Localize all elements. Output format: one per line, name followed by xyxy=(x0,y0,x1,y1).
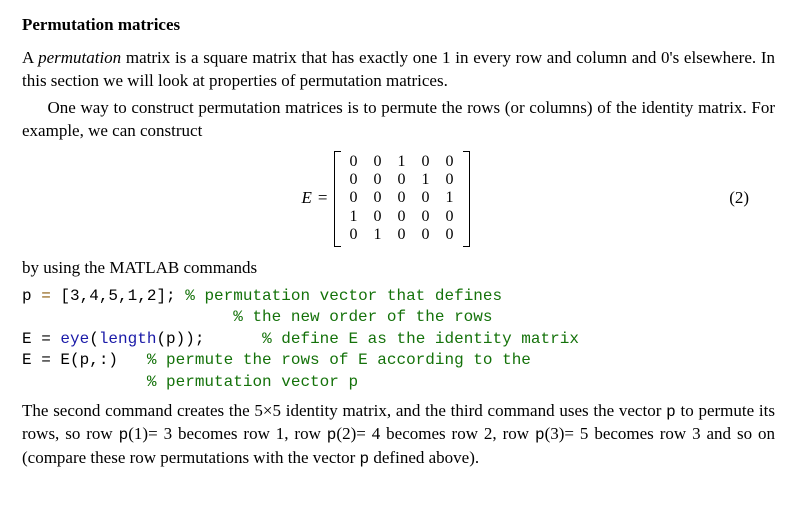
matrix-cell: 0 xyxy=(414,226,438,244)
matrix-cell: 1 xyxy=(366,226,390,244)
matrix-row: 01000 xyxy=(342,226,462,244)
matrix-cell: 0 xyxy=(342,189,366,207)
code-inline-p: p xyxy=(360,450,370,468)
matrix-cell: 0 xyxy=(414,189,438,207)
matrix-row: 00001 xyxy=(342,189,462,207)
matrix-cell: 0 xyxy=(414,153,438,171)
code-keyword: eye xyxy=(60,330,89,348)
code-inline-p: p xyxy=(535,426,545,444)
matrix-cell: 0 xyxy=(366,171,390,189)
matrix-cell: 0 xyxy=(366,208,390,226)
code-comment: % permute the rows of E according to the xyxy=(147,351,531,369)
matrix-cell: 1 xyxy=(438,189,462,207)
paragraph-matlab-intro: by using the MATLAB commands xyxy=(22,257,775,280)
code-text: (p)); xyxy=(156,330,262,348)
code-text: [3,4,5,1,2]; xyxy=(60,287,175,305)
matrix-cell: 0 xyxy=(438,226,462,244)
text: (2)= 4 becomes row 2, row xyxy=(336,424,535,443)
paragraph-explanation: The second command creates the 5×5 ident… xyxy=(22,400,775,471)
code-inline-p: p xyxy=(119,426,129,444)
matrix-row: 00100 xyxy=(342,153,462,171)
matrix-cell: 0 xyxy=(390,208,414,226)
matrix-row: 00010 xyxy=(342,171,462,189)
matrix-cell: 0 xyxy=(438,208,462,226)
equation-2: E = 00100 00010 00001 10000 01000 (2) xyxy=(22,151,775,247)
text: (1)= 3 becomes row 1, row xyxy=(128,424,327,443)
text: A xyxy=(22,48,38,67)
text: matrix is a square matrix that has exact… xyxy=(22,48,775,90)
matrix-E: 00100 00010 00001 10000 01000 xyxy=(334,151,470,247)
code-inline-p: p xyxy=(327,426,337,444)
section-heading: Permutation matrices xyxy=(22,14,775,37)
code-comment: % permutation vector p xyxy=(22,373,358,391)
intro-paragraph-1: A permutation matrix is a square matrix … xyxy=(22,47,775,93)
matrix-cell: 0 xyxy=(438,153,462,171)
matrix-cell: 0 xyxy=(366,189,390,207)
matrix-cell: 0 xyxy=(390,171,414,189)
code-text: E = xyxy=(22,330,60,348)
equation-body: E = 00100 00010 00001 10000 01000 xyxy=(302,151,470,247)
matrix-row: 10000 xyxy=(342,208,462,226)
matrix-cell: 0 xyxy=(438,171,462,189)
matrix-cell: 0 xyxy=(414,208,438,226)
matrix-cell: 0 xyxy=(342,153,366,171)
code-comment: % define E as the identity matrix xyxy=(262,330,579,348)
code-block: p = [3,4,5,1,2]; % permutation vector th… xyxy=(22,286,775,394)
matrix-cell: 0 xyxy=(342,171,366,189)
matrix-cell: 1 xyxy=(414,171,438,189)
text: defined above). xyxy=(369,448,479,467)
emph-permutation: permutation xyxy=(38,48,121,67)
matrix-cell: 1 xyxy=(390,153,414,171)
code-inline-p: p xyxy=(666,403,676,421)
equation-lhs: E xyxy=(302,187,312,210)
code-text: p xyxy=(22,287,32,305)
equation-equals: = xyxy=(318,187,328,210)
code-text: = xyxy=(32,287,61,305)
code-text: E = E(p,:) xyxy=(22,351,147,369)
intro-paragraph-2: One way to construct permutation matrice… xyxy=(22,97,775,143)
code-keyword: length xyxy=(99,330,157,348)
code-text: ( xyxy=(89,330,99,348)
matrix-cell: 1 xyxy=(342,208,366,226)
matrix-cell: 0 xyxy=(390,226,414,244)
code-comment: % the new order of the rows xyxy=(22,308,492,326)
text: The second command creates the 5×5 ident… xyxy=(22,401,666,420)
matrix-table: 00100 00010 00001 10000 01000 xyxy=(342,153,462,245)
matrix-cell: 0 xyxy=(366,153,390,171)
code-comment: % permutation vector that defines xyxy=(176,287,502,305)
equation-number: (2) xyxy=(470,187,776,210)
matrix-cell: 0 xyxy=(390,189,414,207)
matrix-cell: 0 xyxy=(342,226,366,244)
